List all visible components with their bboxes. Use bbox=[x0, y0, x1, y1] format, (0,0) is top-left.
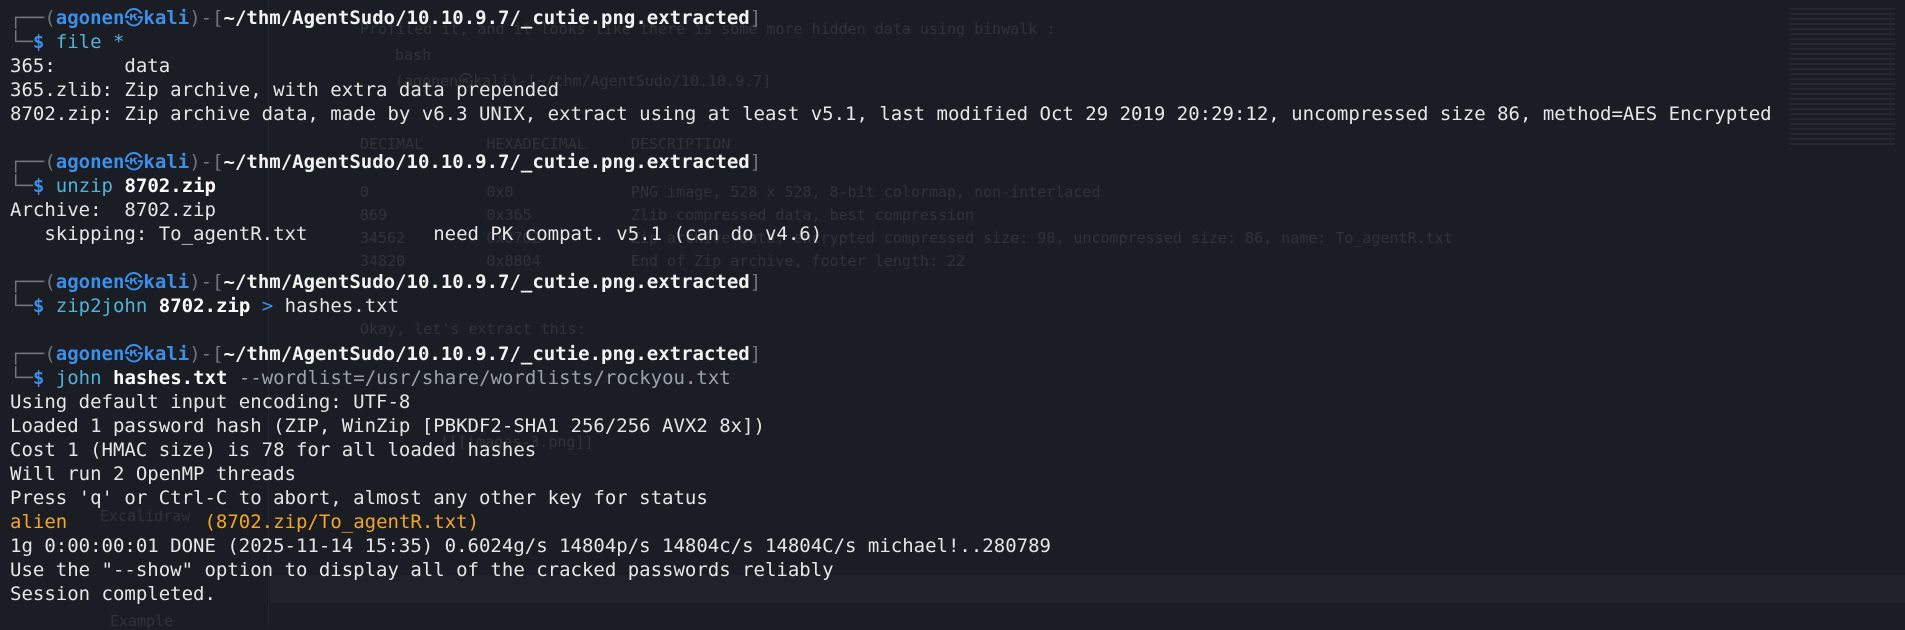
prompt-host: kali bbox=[143, 271, 190, 293]
prompt-user: agonen bbox=[55, 7, 125, 29]
prompt-at-icon: ㉿ bbox=[124, 7, 144, 29]
output-line: 1g 0:00:00:01 DONE (2025-11-14 15:35) 0.… bbox=[10, 535, 1051, 557]
prompt-frame: └─ bbox=[10, 175, 33, 197]
command-name: file bbox=[55, 31, 102, 53]
command-arg: hashes.txt bbox=[113, 367, 228, 389]
output-line: Session completed. bbox=[10, 583, 216, 605]
prompt-frame: ┌──( bbox=[10, 7, 56, 29]
prompt-cwd: ~/thm/AgentSudo/10.10.9.7/_cutie.png.ext… bbox=[223, 7, 750, 29]
prompt-at-icon: ㉿ bbox=[124, 343, 144, 365]
prompt-cwd: ~/thm/AgentSudo/10.10.9.7/_cutie.png.ext… bbox=[223, 271, 750, 293]
prompt-at-icon: ㉿ bbox=[124, 151, 144, 173]
prompt-frame: )-[ bbox=[189, 271, 224, 293]
prompt-host: kali bbox=[143, 343, 190, 365]
prompt-line: ┌──(agonen㉿kali)-[~/thm/AgentSudo/10.10.… bbox=[10, 150, 1895, 174]
prompt-dollar: $ bbox=[32, 31, 45, 53]
output-line: Loaded 1 password hash (ZIP, WinZip [PBK… bbox=[10, 415, 765, 437]
prompt-frame: ┌──( bbox=[10, 271, 56, 293]
prompt-frame: )-[ bbox=[189, 7, 224, 29]
prompt-frame: └─ bbox=[10, 367, 33, 389]
command-option: --wordlist=/usr/share/wordlists/rockyou.… bbox=[238, 367, 731, 389]
command-name: unzip bbox=[55, 175, 113, 197]
prompt-frame: ] bbox=[749, 343, 762, 365]
output-line: 8702.zip: Zip archive data, made by v6.3… bbox=[10, 103, 1772, 125]
prompt-host: kali bbox=[143, 7, 190, 29]
prompt-frame: └─ bbox=[10, 295, 33, 317]
prompt-line: ┌──(agonen㉿kali)-[~/thm/AgentSudo/10.10.… bbox=[10, 270, 1895, 294]
redirect-operator: > bbox=[261, 295, 274, 317]
output-line: Will run 2 OpenMP threads bbox=[10, 463, 296, 485]
cracked-password: alien bbox=[10, 511, 68, 533]
spacing bbox=[67, 511, 204, 533]
prompt-user: agonen bbox=[55, 271, 125, 293]
output-line: Using default input encoding: UTF-8 bbox=[10, 391, 411, 413]
prompt-dollar: $ bbox=[32, 367, 45, 389]
prompt-line: ┌──(agonen㉿kali)-[~/thm/AgentSudo/10.10.… bbox=[10, 342, 1895, 366]
cracked-result-line: alien (8702.zip/To_agentR.txt) bbox=[10, 510, 1895, 534]
prompt-line: ┌──(agonen㉿kali)-[~/thm/AgentSudo/10.10.… bbox=[10, 6, 1895, 30]
redirect-target: hashes.txt bbox=[284, 295, 400, 317]
output-line: skipping: To_agentR.txt need PK compat. … bbox=[10, 223, 823, 245]
prompt-user: agonen bbox=[55, 343, 125, 365]
prompt-host: kali bbox=[143, 151, 190, 173]
command-name: john bbox=[55, 367, 102, 389]
output-line: 365.zlib: Zip archive, with extra data p… bbox=[10, 79, 560, 101]
prompt-at-icon: ㉿ bbox=[124, 271, 144, 293]
prompt-dollar: $ bbox=[32, 295, 45, 317]
prompt-frame: )-[ bbox=[189, 343, 224, 365]
command-arg: 8702.zip bbox=[158, 295, 251, 317]
ghost-text: Example bbox=[110, 612, 174, 630]
prompt-cwd: ~/thm/AgentSudo/10.10.9.7/_cutie.png.ext… bbox=[223, 151, 750, 173]
command-line: └─$ zip2john 8702.zip > hashes.txt bbox=[10, 294, 1895, 318]
terminal-output[interactable]: ┌──(agonen㉿kali)-[~/thm/AgentSudo/10.10.… bbox=[10, 6, 1895, 606]
command-line: └─$ unzip 8702.zip bbox=[10, 174, 1895, 198]
command-name: zip2john bbox=[55, 295, 148, 317]
prompt-user: agonen bbox=[55, 151, 125, 173]
command-line: └─$ john hashes.txt --wordlist=/usr/shar… bbox=[10, 366, 1895, 390]
prompt-frame: ] bbox=[749, 7, 762, 29]
output-line: Use the "--show" option to display all o… bbox=[10, 559, 834, 581]
output-line: 365: data bbox=[10, 55, 171, 77]
prompt-frame: ┌──( bbox=[10, 343, 56, 365]
output-line: Archive: 8702.zip bbox=[10, 199, 216, 221]
prompt-frame: ] bbox=[749, 271, 762, 293]
prompt-cwd: ~/thm/AgentSudo/10.10.9.7/_cutie.png.ext… bbox=[223, 343, 750, 365]
cracked-source: (8702.zip/To_agentR.txt) bbox=[204, 511, 480, 533]
prompt-frame: └─ bbox=[10, 31, 33, 53]
prompt-frame: )-[ bbox=[189, 151, 224, 173]
prompt-dollar: $ bbox=[32, 175, 45, 197]
prompt-frame: ┌──( bbox=[10, 151, 56, 173]
command-arg: 8702.zip bbox=[124, 175, 216, 197]
prompt-frame: ] bbox=[749, 151, 762, 173]
output-line: Cost 1 (HMAC size) is 78 for all loaded … bbox=[10, 439, 537, 461]
output-line: Press 'q' or Ctrl-C to abort, almost any… bbox=[10, 487, 708, 509]
command-args: * bbox=[101, 31, 125, 53]
command-line: └─$ file * bbox=[10, 30, 1895, 54]
